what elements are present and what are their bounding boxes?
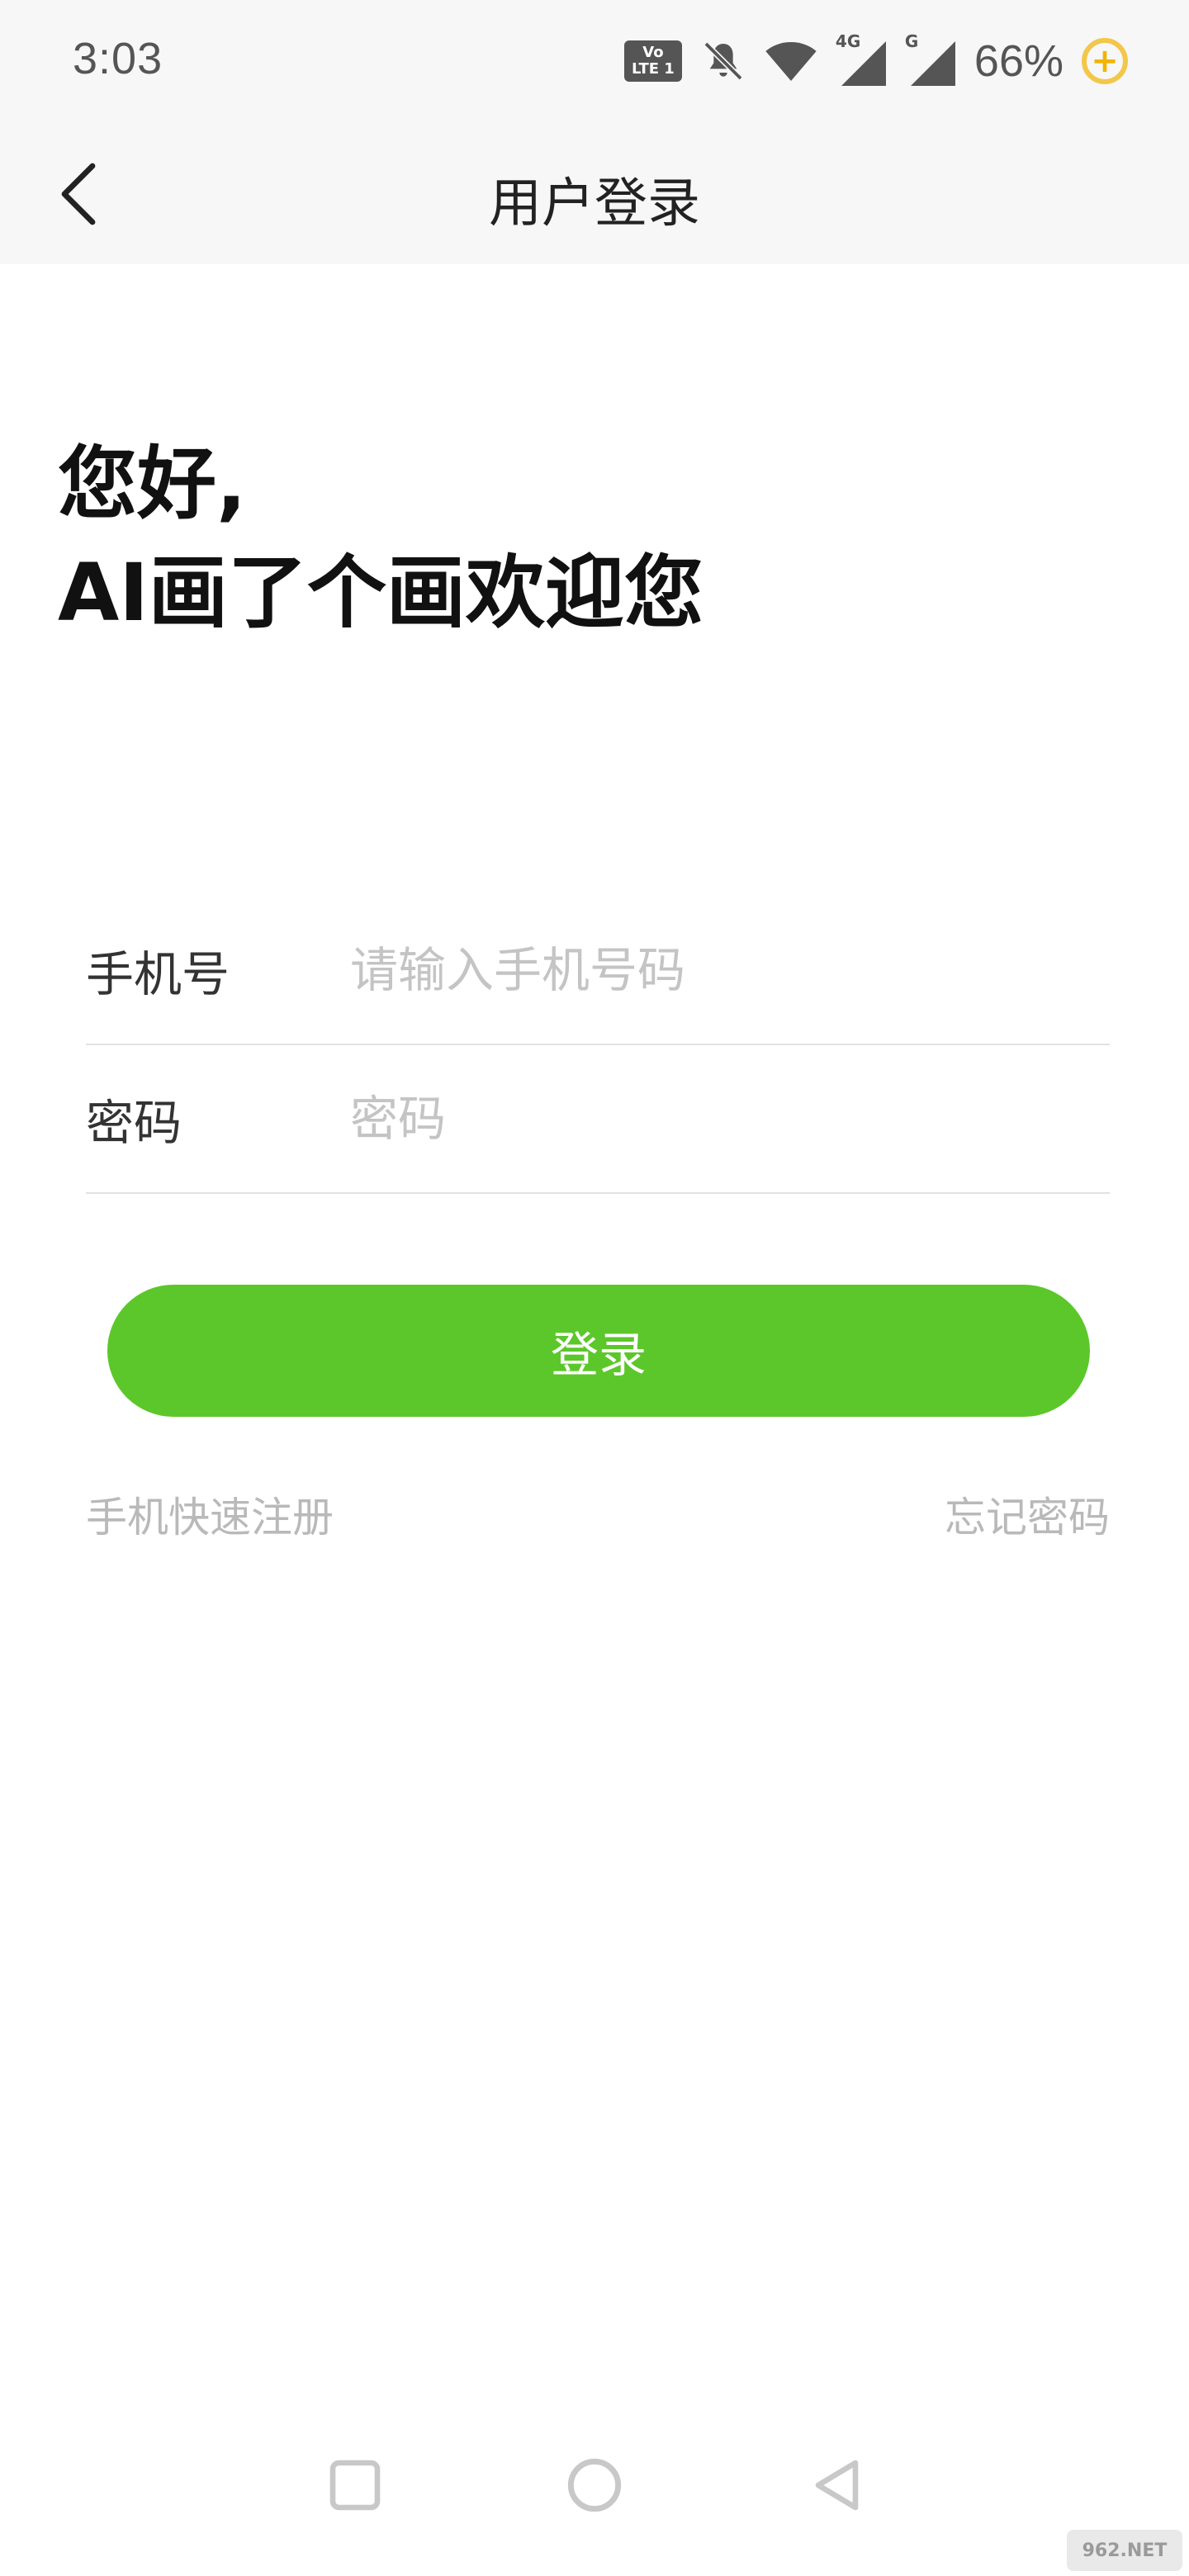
password-input[interactable] <box>350 1082 1093 1156</box>
watermark-logo: 962.NET <box>1067 2530 1182 2571</box>
square-icon <box>329 2460 381 2511</box>
login-button[interactable]: 登录 <box>107 1285 1090 1417</box>
status-icons: Vo LTE 1 4G G 66% + <box>623 28 1128 94</box>
greeting-line-2: AI画了个画欢迎您 <box>58 547 704 639</box>
app-header: 用户登录 <box>0 124 1189 264</box>
password-row: 密码 <box>86 1045 1110 1194</box>
volte-icon: Vo LTE 1 <box>623 40 682 82</box>
nav-back-button[interactable] <box>797 2444 879 2526</box>
status-bar: 3:03 Vo LTE 1 4G G 66% + <box>0 0 1189 124</box>
battery-saver-icon: + <box>1082 38 1128 84</box>
signal-g-icon: G <box>905 31 956 86</box>
triangle-back-icon <box>815 2460 859 2511</box>
battery-percent: 66% <box>973 36 1063 86</box>
phone-input[interactable] <box>350 933 1093 1007</box>
password-label: 密码 <box>86 1095 182 1151</box>
wifi-icon <box>765 42 817 81</box>
signal-4g-icon: 4G <box>836 31 887 86</box>
system-nav-bar <box>0 2427 1189 2543</box>
greeting-line-1: 您好, <box>58 438 247 530</box>
volte-bottom-label: LTE 1 <box>631 60 675 78</box>
forgot-password-link[interactable]: 忘记密码 <box>945 1485 1110 1544</box>
volte-top-label: Vo <box>642 44 664 61</box>
page-title: 用户登录 <box>489 173 700 234</box>
home-button[interactable] <box>553 2444 636 2526</box>
phone-row: 手机号 <box>86 897 1110 1045</box>
status-time: 3:03 <box>73 34 163 83</box>
bell-off-icon <box>703 41 743 81</box>
recent-apps-button[interactable] <box>314 2444 396 2526</box>
phone-label: 手机号 <box>86 946 230 1002</box>
welcome-greeting: 您好, AI画了个画欢迎您 <box>58 429 703 647</box>
circle-icon <box>567 2458 622 2512</box>
quick-register-link[interactable]: 手机快速注册 <box>86 1485 334 1544</box>
